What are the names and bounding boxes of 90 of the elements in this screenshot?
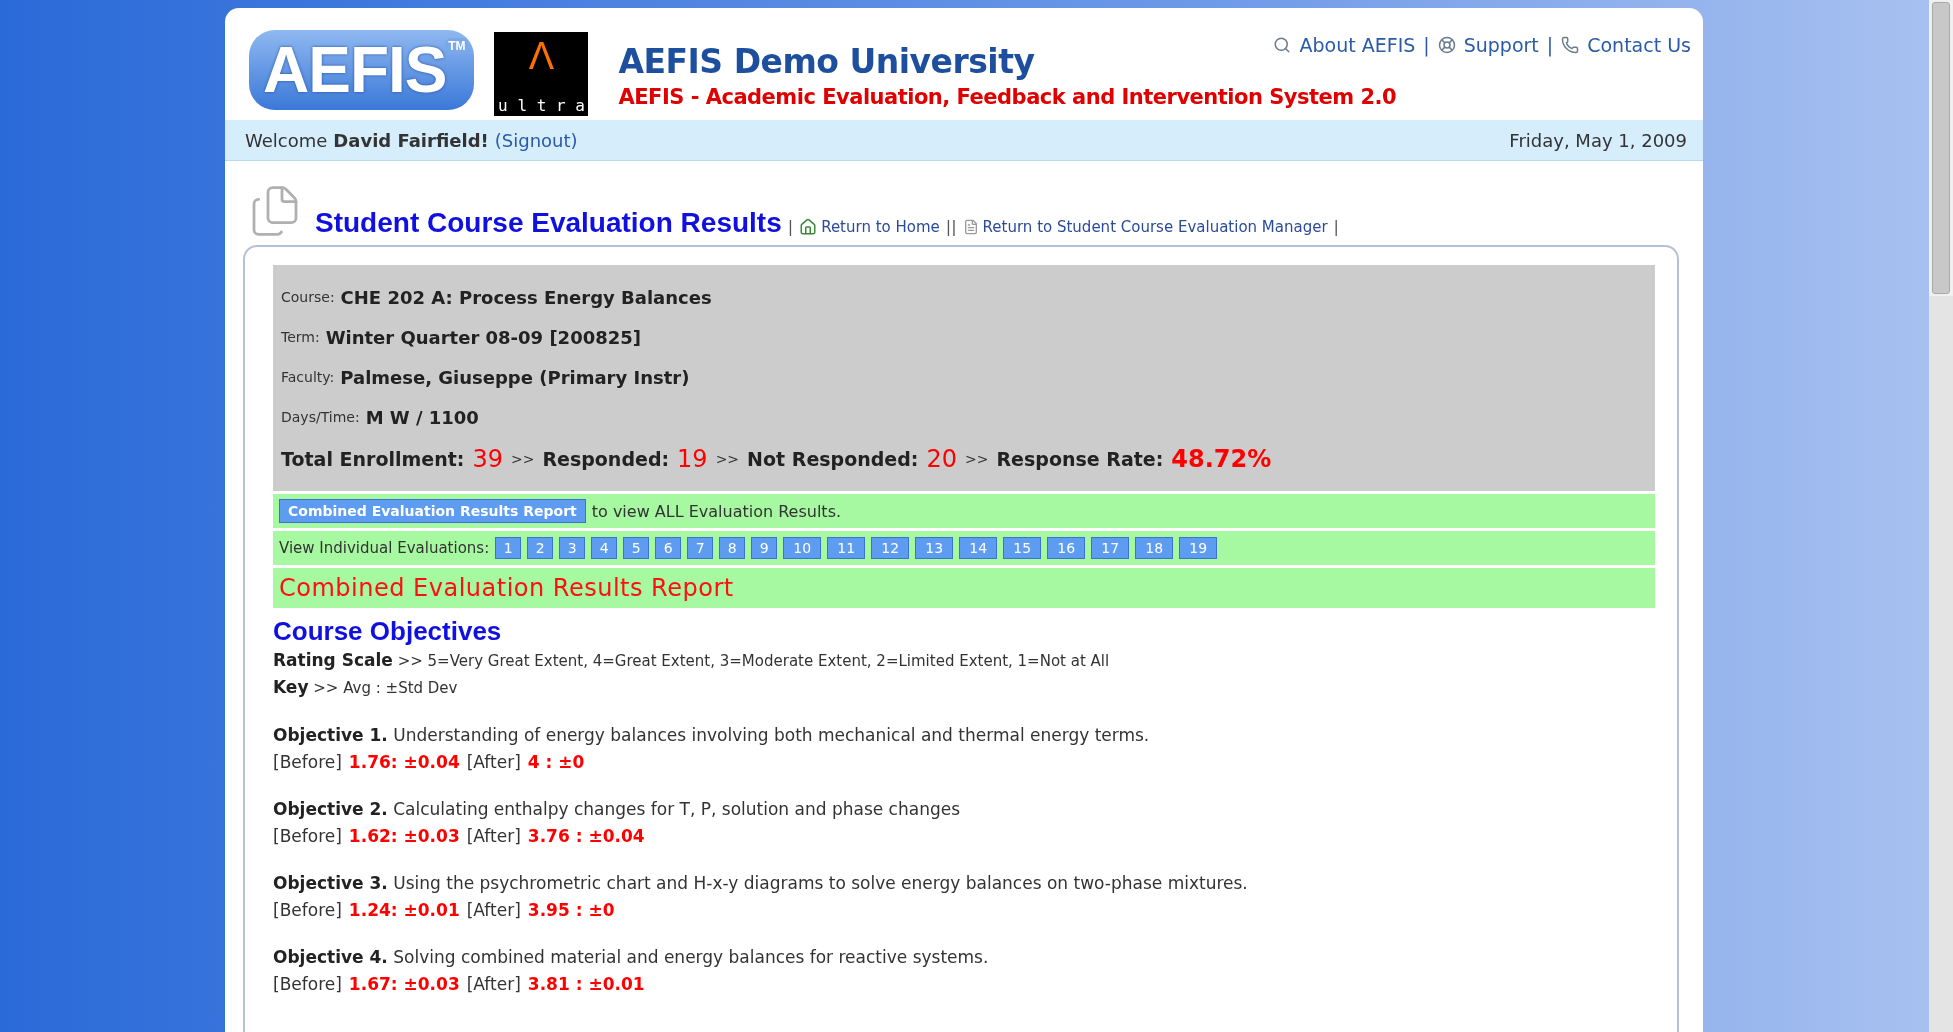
stat-separator: >> [965,451,989,467]
evaluations-label: View Individual Evaluations: [279,539,490,557]
lifebuoy-icon [1437,36,1456,54]
home-icon [799,218,818,236]
nav-link[interactable]: Return to Home [799,218,940,236]
user-name: David Fairfield! [333,129,489,151]
stat-value: 48.72% [1171,445,1272,473]
before-score: 1.24: ±0.01 [348,899,460,922]
after-score: 4 : ±0 [527,751,585,774]
evaluation-button[interactable]: 15 [1003,537,1042,559]
evaluation-button[interactable]: 12 [871,537,910,559]
evaluation-button[interactable]: 3 [559,537,586,559]
scrollbar[interactable] [1929,0,1953,1032]
link-separator: || [945,217,957,236]
after-score: 3.95 : ±0 [527,899,615,922]
after-label: [After] [466,973,521,996]
stat-value: 20 [926,445,957,473]
info-value: Palmese, Giuseppe (Primary Instr) [340,366,690,388]
nav-link[interactable]: Return to Student Course Evaluation Manager [962,218,1328,236]
stat-label: Total Enrollment: [281,448,465,470]
after-label: [After] [466,899,521,922]
evaluation-button[interactable]: 16 [1047,537,1086,559]
link-separator: | [1333,217,1339,236]
hint-text: to view ALL Evaluation Results. [591,501,842,521]
stat-label: Responded: [542,448,670,470]
combined-report-button[interactable]: Combined Evaluation Results Report [279,499,586,523]
phone-icon [1561,36,1580,54]
after-label: [After] [466,825,521,848]
link-separator: | [1423,34,1430,56]
after-score: 3.76 : ±0.04 [527,825,645,848]
info-value: Winter Quarter 08-09 [200825] [325,326,641,348]
trademark-badge: TM [445,38,469,54]
info-label: Days/Time: [281,409,360,425]
info-value: M W / 1100 [365,406,479,428]
evaluation-button[interactable]: 7 [687,537,714,559]
evaluation-button[interactable]: 2 [527,537,554,559]
system-subtitle: AEFIS - Academic Evaluation, Feedback and Intervention System 2.0 [618,85,1398,109]
stat-value: 39 [472,445,503,473]
rating-scale-text: Rating Scale >> 5=Very Great Extent, 4=Great Extent, 3=Moderate Extent, 2=Limited Extent, 1=Not at All [273,649,1111,672]
evaluation-button[interactable]: 19 [1179,537,1218,559]
header-link[interactable]: Contact Us [1561,34,1691,56]
after-label: [After] [466,751,521,774]
welcome-text: Welcome [245,129,328,151]
evaluation-button[interactable]: 8 [719,537,746,559]
evaluation-button[interactable]: 6 [655,537,682,559]
objective-text: Objective 4. Solving combined material and energy balances for reactive systems. [273,946,990,969]
objective-text: Objective 1. Understanding of energy balances involving both mechanical and thermal energy terms. [273,724,1151,747]
before-label: [Before] [273,973,342,996]
objective-text: Objective 2. Calculating enthalpy changes for T, P, solution and phase changes [273,798,962,821]
link-separator: | [1546,34,1554,56]
evaluation-button[interactable]: 4 [591,537,618,559]
evaluation-button[interactable]: 9 [751,537,778,559]
info-value: CHE 202 A: Process Energy Balances [340,286,712,308]
before-score: 1.62: ±0.03 [348,825,460,848]
before-score: 1.76: ±0.04 [348,751,460,774]
evaluation-button[interactable]: 1 [495,537,522,559]
stat-separator: >> [510,451,535,467]
evaluation-button[interactable]: 17 [1091,537,1130,559]
stat-separator: >> [715,451,740,467]
key-text: Key >> Avg : ±Std Dev [273,676,459,699]
document-icon [962,219,979,235]
info-label: Term: [281,329,320,345]
before-score: 1.67: ±0.03 [348,973,460,996]
header-link[interactable]: Support [1437,34,1539,56]
evaluation-button[interactable]: 5 [623,537,650,559]
evaluation-button[interactable]: 13 [915,537,954,559]
university-title: AEFIS Demo University [618,42,1035,81]
evaluation-button[interactable]: 18 [1135,537,1174,559]
before-label: [Before] [273,899,342,922]
link-separator: | [787,217,794,236]
current-date: Friday, May 1, 2009 [1509,129,1687,151]
evaluation-button[interactable]: 11 [827,537,866,559]
header-link[interactable]: About AEFIS [1273,34,1416,56]
stat-value: 19 [677,445,708,473]
section-title: Course Objectives [273,616,503,647]
signout-link[interactable]: (Signout) [494,129,578,151]
info-label: Faculty: [281,369,335,385]
evaluation-button[interactable]: 10 [783,537,822,559]
logo-glyph: Λ [528,34,555,79]
page-title: Student Course Evaluation Results [315,207,782,239]
report-title: Combined Evaluation Results Report [279,574,734,602]
after-score: 3.81 : ±0.01 [527,973,645,996]
stat-label: Not Responded: [747,448,919,470]
info-label: Course: [281,289,335,305]
stat-label: Response Rate: [996,448,1164,470]
objective-text: Objective 3. Using the psychrometric chart and H-x-y diagrams to solve energy balances on two-phase mixtures. [273,872,1249,895]
evaluation-button[interactable]: 14 [959,537,998,559]
search-icon [1273,36,1292,54]
before-label: [Before] [273,751,342,774]
before-label: [Before] [273,825,342,848]
